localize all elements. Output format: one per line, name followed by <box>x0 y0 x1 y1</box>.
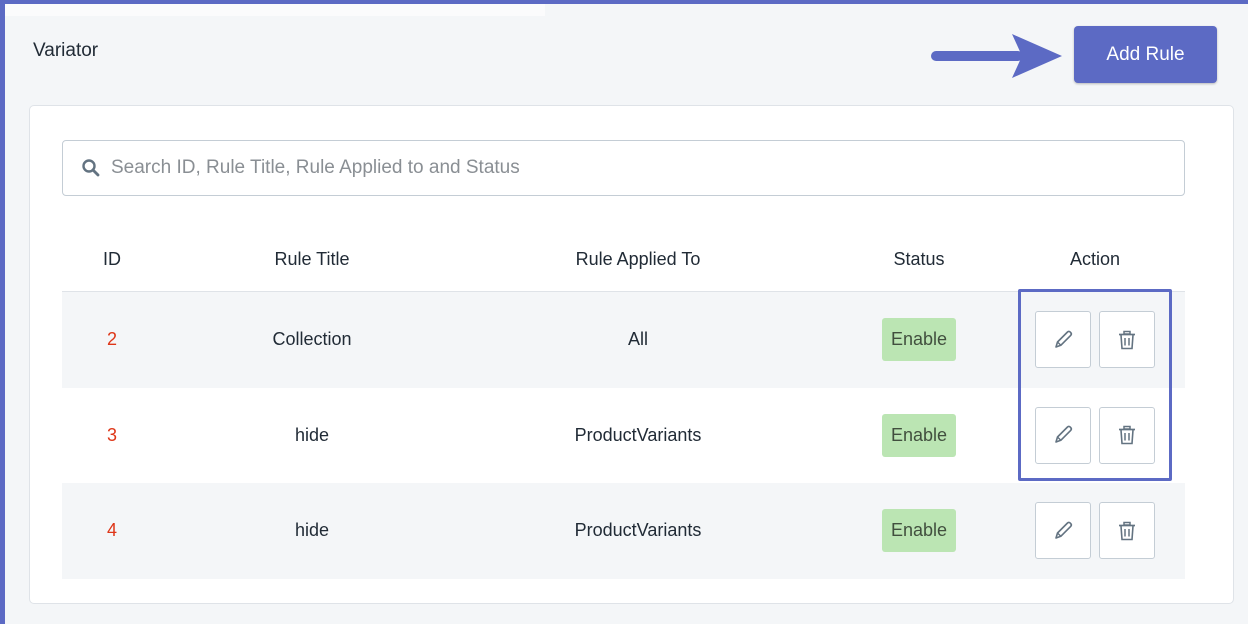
trash-icon <box>1119 330 1135 350</box>
page-title: Variator <box>33 40 99 61</box>
delete-button[interactable] <box>1099 311 1155 369</box>
column-header-status: Status <box>893 249 945 269</box>
row-status-cell: Enable <box>859 509 979 553</box>
top-edge <box>5 4 545 16</box>
column-header-rule-applied-to: Rule Applied To <box>575 249 701 269</box>
table-row: 4 hide ProductVariants Enable <box>62 483 1185 579</box>
edit-button[interactable] <box>1035 502 1091 560</box>
row-rule-title: hide <box>294 424 330 445</box>
row-rule-applied-to: ProductVariants <box>574 424 702 445</box>
column-header-action: Action <box>1069 249 1121 269</box>
pencil-icon <box>1055 521 1073 539</box>
column-header-rule-title: Rule Title <box>274 249 350 269</box>
delete-button[interactable] <box>1099 502 1155 560</box>
search-field[interactable] <box>62 140 1185 196</box>
trash-icon <box>1119 426 1135 445</box>
rules-card: ID Rule Title Rule Applied To Status Act… <box>29 105 1234 604</box>
row-actions <box>1025 502 1165 560</box>
edit-button[interactable] <box>1035 406 1091 464</box>
pencil-icon <box>1055 425 1073 444</box>
row-rule-title: hide <box>294 520 330 541</box>
status-badge: Enable <box>881 413 957 457</box>
row-id: 2 <box>106 329 117 350</box>
row-id: 4 <box>106 520 117 541</box>
table-header: ID Rule Title Rule Applied To Status Act… <box>62 228 1185 292</box>
row-status-cell: Enable <box>859 413 979 457</box>
table-row: 2 Collection All Enable <box>62 292 1185 388</box>
status-badge: Enable <box>881 318 957 362</box>
table-row: 3 hide ProductVariants Enable <box>62 388 1185 484</box>
annotation-arrow-icon <box>931 34 1062 78</box>
search-input[interactable] <box>111 157 1161 179</box>
delete-button[interactable] <box>1099 406 1155 464</box>
row-rule-applied-to: All <box>627 329 648 350</box>
column-header-id: ID <box>103 249 121 269</box>
row-rule-applied-to: ProductVariants <box>574 520 702 541</box>
add-rule-button[interactable]: Add Rule <box>1074 26 1217 83</box>
row-id: 3 <box>106 424 117 445</box>
pencil-icon <box>1055 330 1073 348</box>
rules-table: ID Rule Title Rule Applied To Status Act… <box>62 228 1185 579</box>
row-actions <box>1025 406 1165 464</box>
status-badge: Enable <box>881 509 957 553</box>
edit-button[interactable] <box>1035 311 1091 369</box>
trash-icon <box>1119 521 1135 541</box>
row-actions <box>1025 311 1165 369</box>
row-status-cell: Enable <box>859 318 979 362</box>
row-rule-title: Collection <box>272 329 352 350</box>
search-icon <box>82 159 100 177</box>
